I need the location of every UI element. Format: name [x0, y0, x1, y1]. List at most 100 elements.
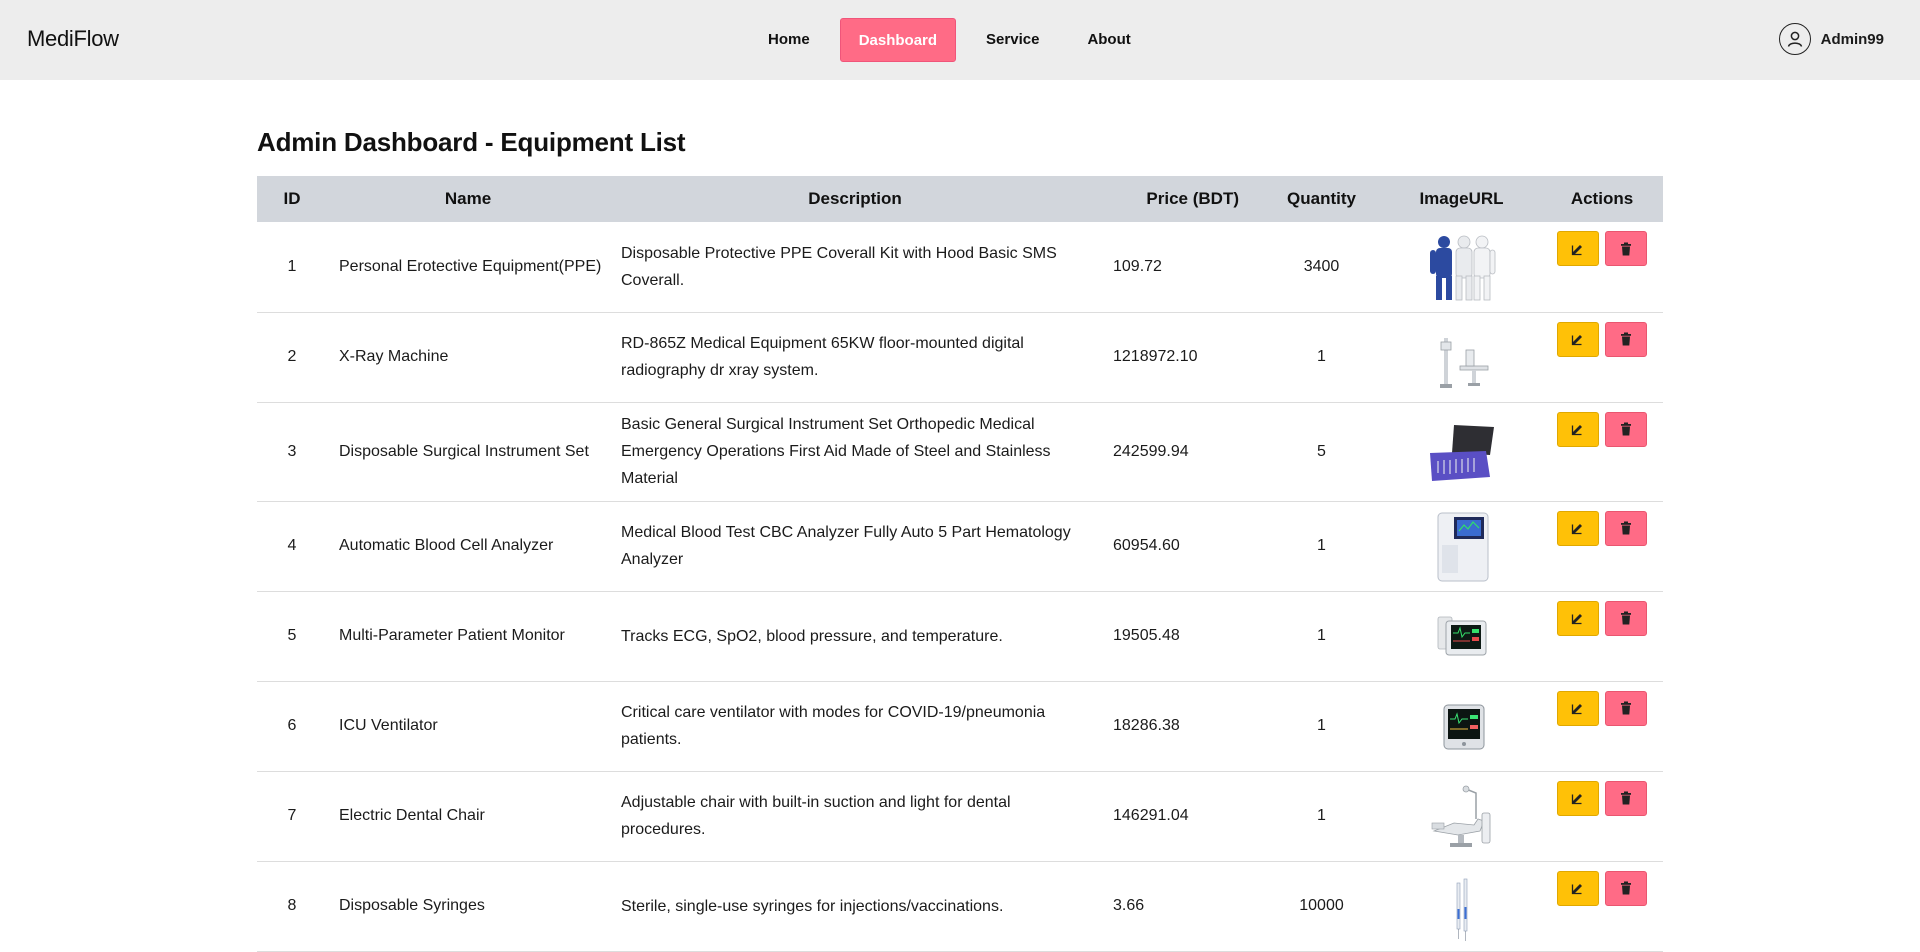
- trash-icon: [1621, 791, 1631, 805]
- cell-quantity: 1: [1261, 312, 1382, 403]
- cell-id: 4: [257, 501, 327, 592]
- edit-icon: [1571, 524, 1582, 535]
- table-row: 2 X-Ray Machine RD-865Z Medical Equipmen…: [257, 312, 1663, 403]
- col-header-actions: Actions: [1570, 189, 1634, 208]
- navbar: MediFlow Home Dashboard Service About Ad…: [0, 0, 1920, 80]
- cell-name: X-Ray Machine: [327, 312, 609, 403]
- cell-quantity: 5: [1261, 402, 1382, 502]
- table-header-row: ID Name Description Price (BDT) Quantity…: [257, 176, 1663, 222]
- equipment-table: ID Name Description Price (BDT) Quantity…: [257, 176, 1663, 952]
- delete-button[interactable]: [1605, 690, 1647, 726]
- cell-description: Critical care ventilator with modes for …: [609, 681, 1101, 772]
- brand-logo[interactable]: MediFlow: [27, 26, 119, 52]
- edit-button[interactable]: [1557, 600, 1599, 636]
- cell-price: 242599.94: [1101, 402, 1261, 502]
- page-title: Admin Dashboard - Equipment List: [257, 127, 686, 157]
- surgical-kit-image: [1429, 424, 1494, 481]
- cell-description: Tracks ECG, SpO2, blood pressure, and te…: [609, 591, 1101, 682]
- cell-name: Automatic Blood Cell Analyzer: [327, 501, 609, 592]
- nav-home[interactable]: Home: [750, 18, 828, 62]
- trash-icon: [1621, 881, 1631, 895]
- table-row: 5 Multi-Parameter Patient Monitor Tracks…: [257, 591, 1663, 682]
- col-header-quantity: Quantity: [1287, 189, 1356, 208]
- cell-name: Personal Erotective Equipment(PPE): [327, 222, 609, 313]
- edit-icon: [1571, 425, 1582, 436]
- table-row: 6 ICU Ventilator Critical care ventilato…: [257, 681, 1663, 772]
- main-content: Admin Dashboard - Equipment List ID Name…: [257, 80, 1663, 952]
- edit-button[interactable]: [1557, 321, 1599, 357]
- cell-id: 2: [257, 312, 327, 403]
- cell-price: 146291.04: [1101, 771, 1261, 862]
- nav-dashboard[interactable]: Dashboard: [839, 18, 957, 62]
- cell-description: Disposable Protective PPE Coverall Kit w…: [609, 222, 1101, 313]
- cell-id: 3: [257, 402, 327, 502]
- username[interactable]: Admin99: [1821, 31, 1884, 48]
- delete-button[interactable]: [1605, 411, 1647, 447]
- blood-analyzer-image: [1437, 512, 1488, 582]
- dental-chair-image: [1431, 785, 1490, 847]
- delete-button[interactable]: [1605, 780, 1647, 816]
- edit-button[interactable]: [1557, 231, 1599, 266]
- ppe-coverall-image: [1429, 235, 1495, 301]
- delete-button[interactable]: [1605, 510, 1647, 546]
- cell-description: Basic General Surgical Instrument Set Or…: [609, 402, 1101, 502]
- user-circle-icon[interactable]: [1778, 23, 1811, 55]
- trash-icon: [1621, 332, 1631, 346]
- cell-price: 18286.38: [1101, 681, 1261, 772]
- cell-quantity: 3400: [1261, 222, 1382, 313]
- col-header-imageurl: ImageURL: [1419, 189, 1504, 208]
- table-row: 4 Automatic Blood Cell Analyzer Medical …: [257, 501, 1663, 592]
- edit-button[interactable]: [1557, 690, 1599, 726]
- cell-quantity: 1: [1261, 591, 1382, 682]
- col-header-price: Price (BDT): [1146, 189, 1239, 208]
- delete-button[interactable]: [1605, 231, 1647, 266]
- cell-id: 7: [257, 771, 327, 862]
- nav-service[interactable]: Service: [968, 18, 1057, 62]
- cell-price: 1218972.10: [1101, 312, 1261, 403]
- main-nav: Home Dashboard Service About: [750, 18, 1149, 62]
- trash-icon: [1621, 701, 1631, 715]
- user-menu[interactable]: Admin99: [1778, 23, 1884, 55]
- edit-button[interactable]: [1557, 411, 1599, 447]
- cell-name: Electric Dental Chair: [327, 771, 609, 862]
- xray-machine-image: [1439, 338, 1488, 388]
- syringes-image: [1456, 878, 1467, 941]
- cell-id: 1: [257, 222, 327, 313]
- table-row: 1 Personal Erotective Equipment(PPE) Dis…: [257, 222, 1663, 313]
- trash-icon: [1621, 422, 1631, 436]
- col-header-id: ID: [283, 189, 301, 208]
- trash-icon: [1621, 521, 1631, 535]
- col-header-name: Name: [444, 189, 492, 208]
- edit-button[interactable]: [1557, 780, 1599, 816]
- edit-icon: [1571, 614, 1582, 625]
- cell-quantity: 1: [1261, 681, 1382, 772]
- trash-icon: [1621, 242, 1631, 255]
- cell-name: Disposable Surgical Instrument Set: [327, 402, 609, 502]
- cell-name: ICU Ventilator: [327, 681, 609, 772]
- cell-price: 109.72: [1101, 222, 1261, 313]
- cell-price: 60954.60: [1101, 501, 1261, 592]
- cell-description: Adjustable chair with built-in suction a…: [609, 771, 1101, 862]
- table-row: 8 Disposable Syringes Sterile, single-us…: [257, 861, 1663, 952]
- cell-quantity: 1: [1261, 501, 1382, 592]
- cell-name: Disposable Syringes: [327, 861, 609, 952]
- cell-price: 3.66: [1101, 861, 1261, 952]
- edit-icon: [1571, 794, 1582, 805]
- delete-button[interactable]: [1605, 600, 1647, 636]
- delete-button[interactable]: [1605, 870, 1647, 906]
- trash-icon: [1621, 611, 1631, 625]
- edit-icon: [1571, 244, 1582, 255]
- cell-description: Sterile, single-use syringes for injecti…: [609, 861, 1101, 952]
- edit-icon: [1571, 335, 1582, 346]
- edit-button[interactable]: [1557, 870, 1599, 906]
- col-header-description: Description: [808, 189, 902, 208]
- nav-about[interactable]: About: [1069, 18, 1148, 62]
- edit-button[interactable]: [1557, 510, 1599, 546]
- cell-id: 5: [257, 591, 327, 682]
- cell-description: Medical Blood Test CBC Analyzer Fully Au…: [609, 501, 1101, 592]
- cell-name: Multi-Parameter Patient Monitor: [327, 591, 609, 682]
- edit-icon: [1571, 704, 1582, 715]
- cell-id: 6: [257, 681, 327, 772]
- table-row: 7 Electric Dental Chair Adjustable chair…: [257, 771, 1663, 862]
- delete-button[interactable]: [1605, 321, 1647, 357]
